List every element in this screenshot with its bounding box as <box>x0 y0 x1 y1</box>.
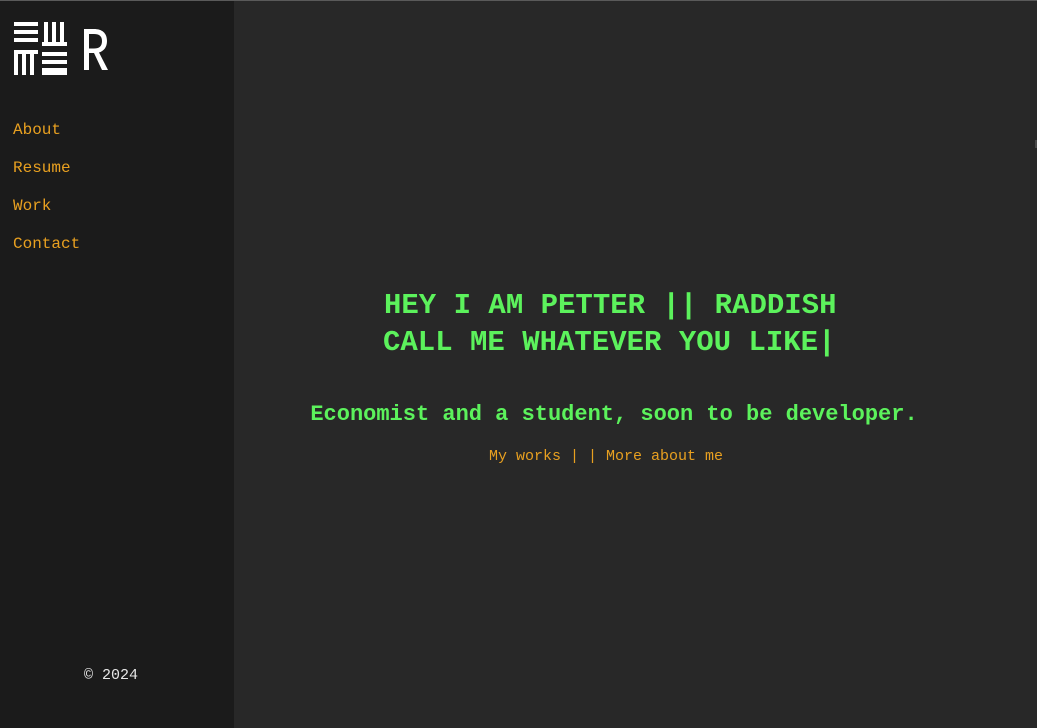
hero-headline: HEY I AM PETTER || RADDISH CALL ME WHATE… <box>383 287 836 361</box>
nav-link-contact[interactable]: Contact <box>13 235 80 253</box>
nav-item-resume: Resume <box>13 157 80 195</box>
sidebar: About Resume Work Contact © 2024 <box>0 1 234 728</box>
page-frame: About Resume Work Contact © 2024 HEY I A… <box>0 0 1037 728</box>
nav-item-work: Work <box>13 195 80 233</box>
site-logo[interactable] <box>14 22 114 77</box>
more-about-me-link[interactable]: More about me <box>606 448 723 465</box>
headline-line-2: CALL ME WHATEVER YOU LIKE| <box>383 326 836 359</box>
sidebar-nav: About Resume Work Contact <box>13 119 80 271</box>
link-separator: | | <box>561 448 607 465</box>
maze-grid-icon <box>14 22 108 75</box>
hero-links: My works | | More about me <box>489 447 723 467</box>
headline-line-1: HEY I AM PETTER || RADDISH <box>384 289 837 322</box>
nav-link-resume[interactable]: Resume <box>13 159 71 177</box>
hero-subtitle: Economist and a student, soon to be deve… <box>310 402 918 427</box>
my-works-link[interactable]: My works <box>489 448 561 465</box>
nav-item-contact: Contact <box>13 233 80 271</box>
main-content: HEY I AM PETTER || RADDISH CALL ME WHATE… <box>234 1 1037 728</box>
nav-item-about: About <box>13 119 80 157</box>
nav-link-work[interactable]: Work <box>13 197 51 215</box>
copyright-text: © 2024 <box>84 667 139 684</box>
nav-link-about[interactable]: About <box>13 121 61 139</box>
